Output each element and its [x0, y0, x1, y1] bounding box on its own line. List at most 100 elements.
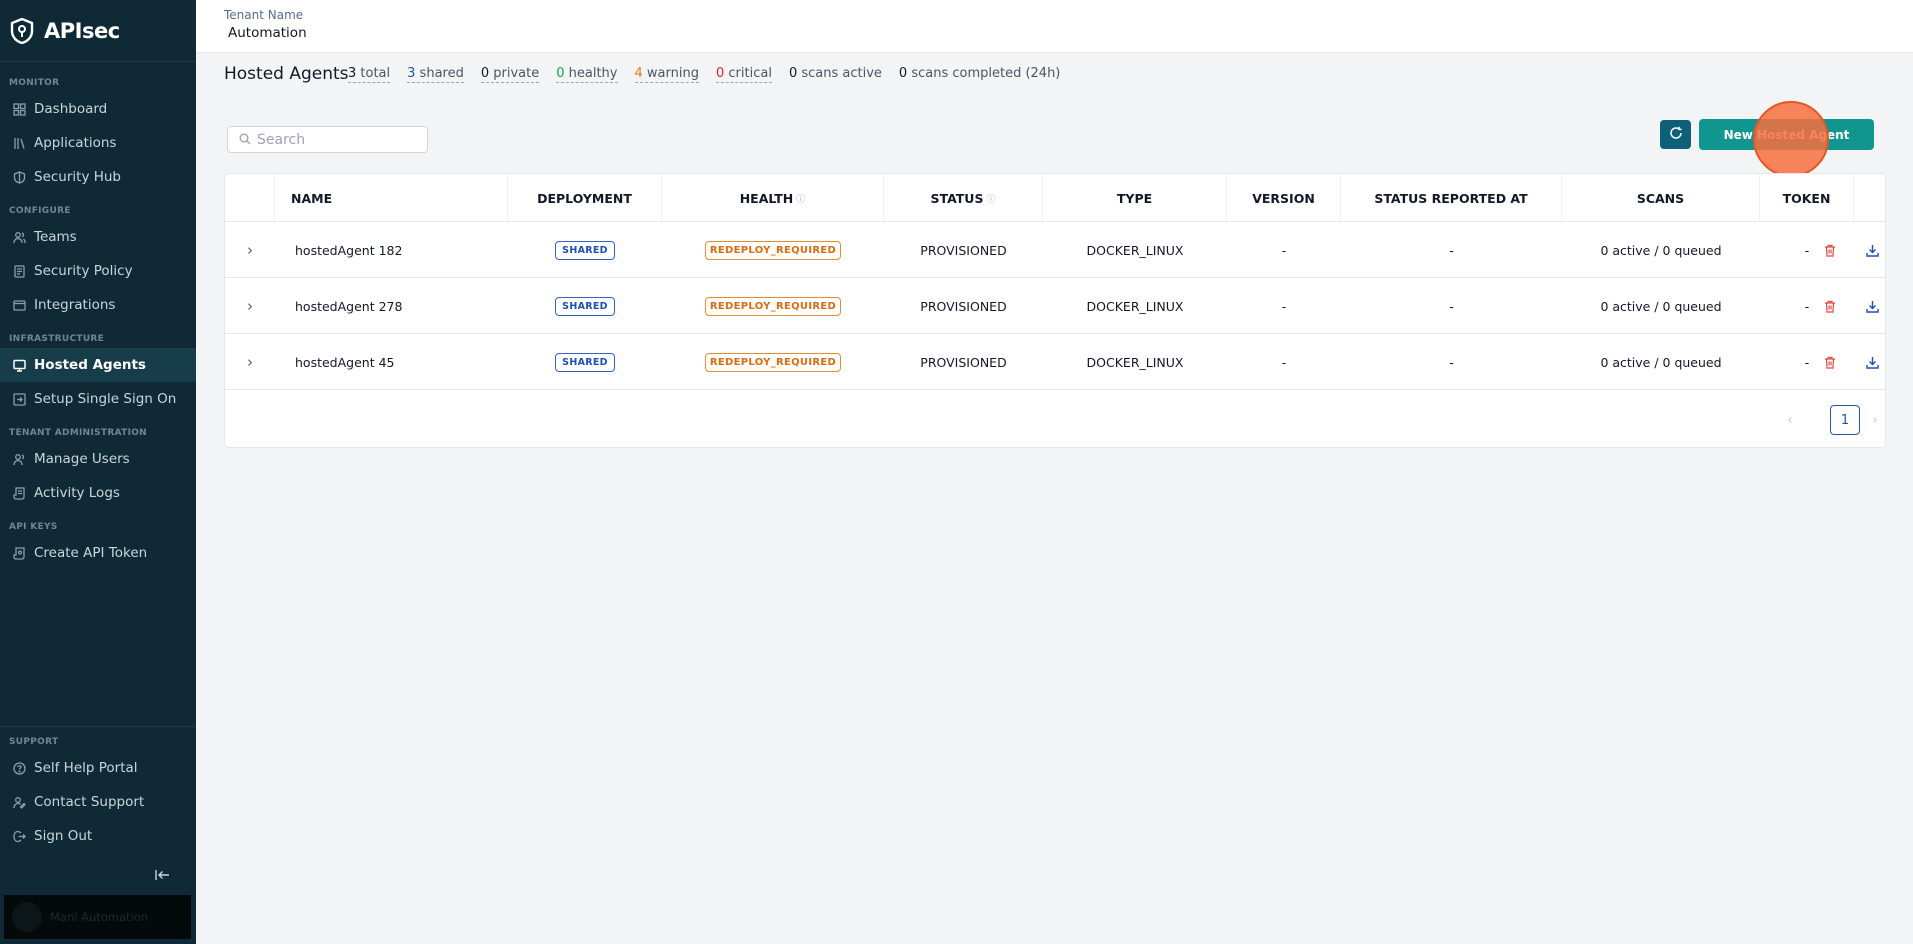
page-title: Hosted Agents: [224, 64, 349, 84]
refresh-icon: [1669, 125, 1683, 144]
sidebar-item-sign-out[interactable]: Sign Out: [0, 819, 196, 853]
document-icon: [12, 264, 26, 278]
stat-scans-active: 0 scans active: [789, 66, 882, 83]
info-icon[interactable]: ⓘ: [796, 192, 805, 205]
type-value: DOCKER_LINUX: [1086, 298, 1184, 314]
stat-number: 4: [634, 66, 643, 81]
column-health[interactable]: HEALTH ⓘ: [662, 174, 884, 222]
sidebar-item-contact-support[interactable]: Contact Support: [0, 785, 196, 819]
help-circle-icon: [12, 761, 26, 775]
pagination-page[interactable]: 1: [1830, 405, 1860, 435]
sidebar-item-label: Security Policy: [34, 263, 133, 279]
column-token[interactable]: TOKEN: [1760, 174, 1854, 222]
sidebar-item-label: Hosted Agents: [34, 357, 146, 373]
chevron-right-icon[interactable]: ›: [247, 241, 253, 259]
pagination-next-icon[interactable]: ›: [1867, 405, 1883, 435]
section-configure: CONFIGURE: [9, 206, 71, 216]
version-value: -: [1281, 242, 1287, 258]
sidebar-item-label: Integrations: [34, 297, 116, 313]
books-icon: [12, 136, 26, 150]
stat-label: healthy: [564, 66, 618, 81]
sidebar-item-hosted-agents[interactable]: Hosted Agents: [0, 348, 196, 382]
sidebar-item-activity-logs[interactable]: Activity Logs: [0, 476, 196, 510]
stat-total[interactable]: 3 total: [348, 66, 391, 83]
chevron-right-icon[interactable]: ›: [247, 353, 253, 371]
column-label: HEALTH: [739, 190, 794, 206]
stat-healthy[interactable]: 0 healthy: [556, 66, 618, 83]
stat-private[interactable]: 0 private: [480, 66, 540, 83]
sidebar-item-create-api-token[interactable]: Create API Token: [0, 536, 196, 570]
delete-icon[interactable]: [1821, 241, 1839, 259]
scans-value: 0 active / 0 queued: [1600, 354, 1722, 370]
column-scans[interactable]: SCANS: [1562, 174, 1760, 222]
download-icon[interactable]: [1863, 297, 1881, 315]
key-document-icon: [12, 546, 26, 560]
download-icon[interactable]: [1863, 241, 1881, 259]
chevron-right-icon[interactable]: ›: [247, 297, 253, 315]
agent-name: hostedAgent 278: [295, 298, 403, 314]
column-type[interactable]: TYPE: [1043, 174, 1227, 222]
section-api-keys: API KEYS: [9, 522, 58, 532]
main-content: Hosted Agents 3 total 3 shared 0 private…: [196, 53, 1913, 944]
column-deployment[interactable]: DEPLOYMENT: [508, 174, 662, 222]
sidebar-item-security-hub[interactable]: Security Hub: [0, 160, 196, 194]
stat-number: 0: [556, 66, 565, 81]
delete-icon[interactable]: [1821, 297, 1839, 315]
section-tenant-admin: TENANT ADMINISTRATION: [9, 428, 147, 438]
sidebar-item-label: Teams: [34, 229, 77, 245]
sidebar-item-dashboard[interactable]: Dashboard: [0, 92, 196, 126]
column-version[interactable]: VERSION: [1227, 174, 1341, 222]
sidebar-item-teams[interactable]: Teams: [0, 220, 196, 254]
health-badge: REDEPLOY_REQUIRED: [704, 296, 842, 316]
collapse-sidebar-icon[interactable]: [153, 866, 173, 884]
column-status-reported-at[interactable]: STATUS REPORTED AT: [1341, 174, 1562, 222]
users-icon: [12, 230, 26, 244]
table-row[interactable]: › hostedAgent 278 SHARED REDEPLOY_REQUIR…: [225, 278, 1885, 334]
sidebar-item-self-help[interactable]: Self Help Portal: [0, 751, 196, 785]
sidebar-item-sso[interactable]: Setup Single Sign On: [0, 382, 196, 416]
info-icon[interactable]: ⓘ: [986, 192, 995, 205]
stat-shared[interactable]: 3 shared: [407, 66, 464, 83]
download-icon[interactable]: [1863, 353, 1881, 371]
sidebar-item-integrations[interactable]: Integrations: [0, 288, 196, 322]
sign-in-icon: [12, 392, 26, 406]
scans-value: 0 active / 0 queued: [1600, 242, 1722, 258]
stat-number: 0: [788, 66, 798, 81]
hosted-agents-table: NAME DEPLOYMENT HEALTH ⓘ STATUS ⓘ TYPE VER…: [224, 173, 1886, 448]
stat-label: scans active: [797, 66, 882, 81]
status-value: PROVISIONED: [920, 354, 1007, 370]
reported-at-value: -: [1449, 354, 1454, 370]
sidebar-item-manage-users[interactable]: Manage Users: [0, 442, 196, 476]
sidebar: APIsec MONITOR Dashboard Applications Se…: [0, 0, 196, 944]
tenant-name-value[interactable]: Automation: [228, 25, 307, 41]
new-hosted-agent-button[interactable]: New Hosted Agent: [1699, 119, 1874, 150]
scroll-icon: [12, 486, 26, 500]
table-row[interactable]: › hostedAgent 45 SHARED REDEPLOY_REQUIRE…: [225, 334, 1885, 390]
pagination-prev-icon[interactable]: ‹: [1782, 405, 1798, 435]
column-name[interactable]: NAME: [275, 174, 508, 222]
health-badge: REDEPLOY_REQUIRED: [704, 240, 842, 260]
refresh-button[interactable]: [1660, 120, 1691, 149]
stat-label: private: [489, 66, 540, 81]
column-label: STATUS: [930, 190, 984, 206]
avatar: [12, 902, 42, 932]
sidebar-item-label: Create API Token: [34, 545, 148, 561]
tenant-name-label: Tenant Name: [224, 8, 304, 22]
table-header: NAME DEPLOYMENT HEALTH ⓘ STATUS ⓘ TYPE VER…: [225, 174, 1885, 222]
column-status[interactable]: STATUS ⓘ: [884, 174, 1043, 222]
brand-logo[interactable]: APIsec: [0, 0, 196, 62]
reported-at-value: -: [1449, 242, 1454, 258]
sidebar-item-security-policy[interactable]: Security Policy: [0, 254, 196, 288]
stat-warning[interactable]: 4 warning: [634, 66, 699, 83]
table-row[interactable]: › hostedAgent 182 SHARED REDEPLOY_REQUIR…: [225, 222, 1885, 278]
sidebar-item-label: Setup Single Sign On: [34, 391, 177, 407]
user-group-icon: [12, 452, 26, 466]
user-profile[interactable]: Mani Automation: [4, 895, 191, 939]
stat-critical[interactable]: 0 critical: [715, 66, 772, 83]
delete-icon[interactable]: [1821, 353, 1839, 371]
sidebar-divider: [0, 726, 196, 727]
sidebar-item-label: Applications: [34, 135, 117, 151]
sidebar-item-applications[interactable]: Applications: [0, 126, 196, 160]
sidebar-item-label: Sign Out: [34, 828, 93, 844]
search-input[interactable]: [257, 131, 417, 148]
